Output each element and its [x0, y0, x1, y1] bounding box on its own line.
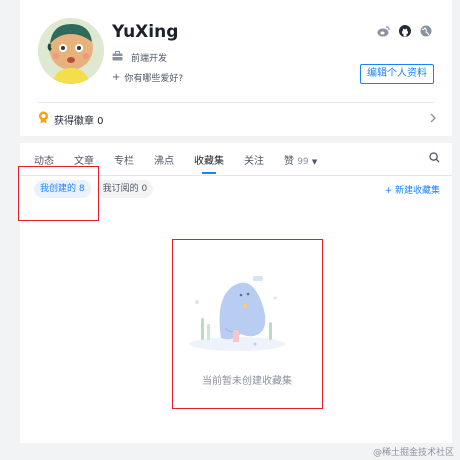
badges-row[interactable]: 获得徽章 0: [38, 110, 436, 128]
tab-articles[interactable]: 文章: [74, 152, 94, 167]
badges-label: 获得徽章 0: [54, 115, 104, 127]
tab-columns[interactable]: 专栏: [114, 152, 134, 167]
job-title: 前端开发: [131, 54, 168, 64]
edit-profile-button[interactable]: 编辑个人资料: [360, 64, 434, 84]
tab-pins[interactable]: 沸点: [154, 152, 174, 167]
new-collection-button[interactable]: + 新建收藏集: [385, 183, 440, 196]
hobby-prompt[interactable]: + 你有哪些爱好?: [112, 71, 183, 84]
tab-likes-count: 99: [297, 156, 309, 167]
empty-state-illustration: [185, 268, 289, 354]
chevron-right-icon: [430, 113, 436, 126]
search-icon[interactable]: [429, 152, 440, 166]
profile-card: YuXing 前端开发 + 你有哪些爱好? 编辑个人资料 获得徽章 0: [20, 0, 452, 136]
tab-following[interactable]: 关注: [244, 152, 264, 167]
highlight-box-subtab: [18, 166, 99, 221]
globe-icon[interactable]: [420, 22, 432, 41]
tab-collections[interactable]: 收藏集: [194, 152, 224, 167]
username: YuXing: [112, 22, 179, 42]
github-icon[interactable]: [399, 22, 411, 41]
subtab-subscribed[interactable]: 我订阅的 0: [96, 180, 154, 198]
plus-icon: +: [112, 72, 121, 83]
medal-icon: [38, 111, 49, 127]
empty-state-text: 当前暂未创建收藏集: [202, 376, 292, 387]
tab-activity[interactable]: 动态: [34, 152, 54, 167]
avatar[interactable]: [38, 18, 104, 84]
tab-likes[interactable]: 赞 99 ▼: [284, 152, 317, 167]
hobby-prompt-label: 你有哪些爱好?: [124, 74, 184, 84]
caret-down-icon: ▼: [311, 157, 318, 166]
briefcase-icon: [112, 51, 123, 64]
tab-likes-label: 赞: [284, 155, 294, 167]
weibo-icon[interactable]: [377, 22, 390, 41]
social-links: [377, 22, 432, 41]
divider: [38, 102, 434, 103]
watermark: @稀土掘金技术社区: [372, 448, 454, 458]
job-row: 前端开发: [112, 51, 167, 64]
